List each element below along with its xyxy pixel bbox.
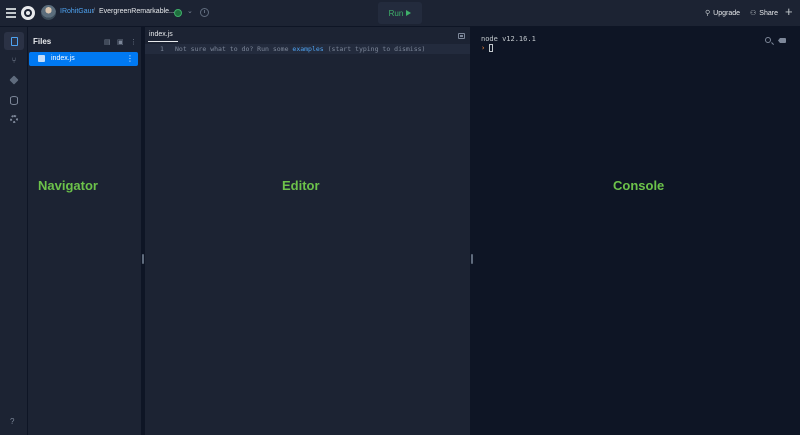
- run-label: Run: [388, 8, 404, 18]
- new-file-icon[interactable]: ▤: [104, 38, 111, 46]
- editor-pane[interactable]: index.js 1 Not sure what to do? Run some…: [145, 27, 471, 435]
- more-icon[interactable]: ⋮: [130, 38, 137, 46]
- file-name: index.js: [51, 55, 75, 62]
- packages-icon: [9, 75, 19, 85]
- js-file-icon: [38, 55, 45, 62]
- layout-icon[interactable]: [458, 33, 465, 39]
- version-control-icon: ⑂: [11, 55, 17, 65]
- tool-rail: ⑂ ?: [0, 27, 28, 435]
- rail-item-packages[interactable]: [4, 71, 24, 89]
- hint-text-end: (start typing to dismiss): [323, 45, 426, 53]
- run-button[interactable]: Run: [378, 2, 422, 24]
- navigator-label: Navigator: [38, 178, 98, 193]
- files-icon: [10, 36, 18, 46]
- grip-icon: [471, 254, 473, 264]
- share-button[interactable]: ⚇ Share: [747, 6, 781, 20]
- repl-workspace: IRohitGaur / EvergreenRemarkable... ⌄ Ru…: [0, 0, 800, 435]
- history-icon[interactable]: [200, 8, 209, 17]
- status-icon[interactable]: [174, 9, 182, 17]
- console-label: Console: [613, 178, 665, 193]
- share-label: Share: [759, 9, 778, 17]
- console-cursor[interactable]: [489, 44, 493, 52]
- top-bar: IRohitGaur / EvergreenRemarkable... ⌄ Ru…: [0, 0, 800, 27]
- hamburger-icon[interactable]: [6, 8, 16, 18]
- rail-item-database[interactable]: [4, 91, 24, 109]
- replit-logo-icon[interactable]: [21, 6, 35, 20]
- editor-hint: Not sure what to do? Run some examples (…: [175, 45, 425, 53]
- file-item-index-js[interactable]: index.js ⋮: [29, 52, 138, 66]
- grip-icon: [142, 254, 144, 264]
- editor-label: Editor: [282, 178, 320, 193]
- tab-index-js[interactable]: index.js: [149, 31, 173, 38]
- clear-console-icon[interactable]: [778, 38, 786, 43]
- share-icon: ⚇: [750, 10, 757, 17]
- repl-name[interactable]: EvergreenRemarkable...: [99, 8, 175, 15]
- files-title: Files: [33, 37, 52, 46]
- file-menu-icon[interactable]: ⋮: [126, 54, 134, 63]
- upgrade-icon: ⚲: [705, 10, 711, 17]
- search-icon[interactable]: [765, 37, 771, 43]
- database-icon: [10, 95, 18, 105]
- plus-icon[interactable]: +: [785, 4, 793, 20]
- avatar[interactable]: [41, 5, 56, 20]
- upgrade-button[interactable]: ⚲ Upgrade: [702, 6, 743, 20]
- console-prompt: ›: [481, 44, 486, 52]
- code-line[interactable]: 1 Not sure what to do? Run some examples…: [145, 44, 471, 54]
- files-panel: Files ▤ ▣ ⋮ index.js ⋮ Navigator: [28, 27, 141, 435]
- node-version: node v12.16.1: [481, 35, 536, 43]
- settings-icon: [10, 115, 18, 123]
- username-link[interactable]: IRohitGaur: [60, 8, 94, 15]
- hint-text-start: Not sure what to do? Run some: [175, 45, 293, 53]
- rail-item-files[interactable]: [4, 32, 24, 50]
- rail-item-settings[interactable]: [4, 110, 24, 128]
- help-icon[interactable]: ?: [10, 417, 14, 426]
- line-number: 1: [160, 45, 164, 53]
- rail-item-version-control[interactable]: ⑂: [4, 51, 24, 69]
- play-icon: [406, 10, 412, 16]
- tab-underline: [148, 41, 178, 42]
- console-pane[interactable]: node v12.16.1 › Console: [474, 27, 800, 435]
- examples-link[interactable]: examples: [292, 45, 323, 53]
- chevron-down-icon[interactable]: ⌄: [187, 7, 193, 15]
- upgrade-label: Upgrade: [713, 9, 740, 17]
- breadcrumb-separator: /: [93, 8, 95, 15]
- new-folder-icon[interactable]: ▣: [117, 38, 124, 46]
